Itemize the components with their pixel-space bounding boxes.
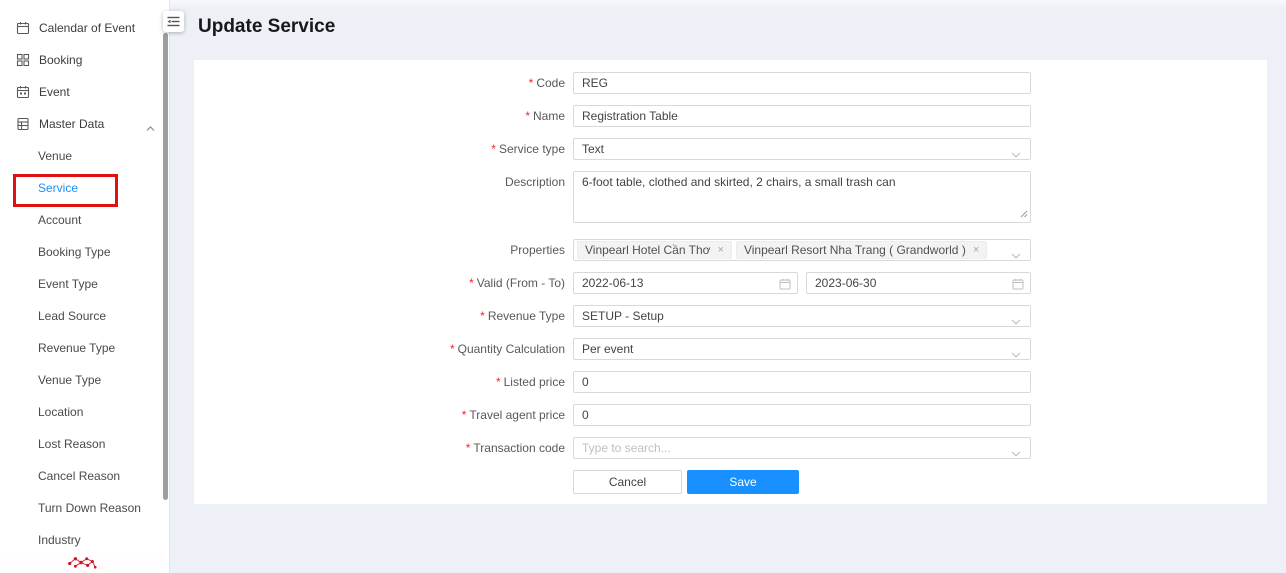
sidebar-item-turn-down-reason[interactable]: Turn Down Reason	[0, 492, 169, 524]
listed-price-input[interactable]	[573, 371, 1031, 393]
name-input[interactable]	[573, 105, 1031, 127]
transaction-code-select[interactable]: Type to search...	[573, 437, 1031, 459]
form-row-name: *Name	[194, 105, 1267, 127]
required-star: *	[491, 142, 496, 156]
form-actions: Cancel Save	[573, 470, 1267, 494]
app-window: Calendar of Event Booking Event Master D…	[0, 0, 1286, 573]
transaction-code-placeholder: Type to search...	[582, 441, 671, 455]
form-row-service-type: *Service type Text	[194, 138, 1267, 160]
sidebar-item-calendar-of-event[interactable]: Calendar of Event	[0, 12, 169, 44]
required-star: *	[525, 109, 530, 123]
sidebar-collapse-button[interactable]	[163, 11, 184, 32]
required-star: *	[496, 375, 501, 389]
grid-icon	[16, 53, 30, 67]
sidebar-item-account[interactable]: Account	[0, 204, 169, 236]
required-star: *	[480, 309, 485, 323]
sidebar-item-service[interactable]: Service	[0, 172, 169, 204]
calendar-icon	[16, 21, 30, 35]
valid-label: *Valid (From - To)	[194, 272, 565, 290]
quantity-calculation-select[interactable]: Per event	[573, 338, 1031, 360]
properties-label: Properties	[194, 239, 565, 257]
description-label: Description	[194, 171, 565, 189]
revenue-type-value: SETUP - Setup	[582, 309, 664, 323]
sidebar-item-label: Master Data	[39, 117, 104, 131]
sidebar-item-venue[interactable]: Venue	[0, 140, 169, 172]
menu-fold-icon	[167, 16, 180, 27]
main-content: Update Service *Code *Name *Service type…	[170, 0, 1286, 573]
service-type-select[interactable]: Text	[573, 138, 1031, 160]
sidebar-item-venue-type[interactable]: Venue Type	[0, 364, 169, 396]
sidebar-item-event[interactable]: Event	[0, 76, 169, 108]
valid-from-date-input[interactable]	[573, 272, 798, 294]
chevron-down-icon	[1011, 446, 1021, 460]
cancel-button[interactable]: Cancel	[573, 470, 682, 494]
chevron-down-icon	[1011, 314, 1021, 328]
sidebar-item-booking-type[interactable]: Booking Type	[0, 236, 169, 268]
save-button[interactable]: Save	[687, 470, 799, 494]
service-type-value: Text	[582, 142, 604, 156]
calendar-icon[interactable]	[779, 277, 791, 295]
properties-multiselect[interactable]: Vinpearl Hotel Cần Thơ × Vinpearl Resort…	[573, 239, 1031, 261]
tag-remove-icon[interactable]: ×	[718, 244, 724, 256]
required-star: *	[450, 342, 455, 356]
required-star: *	[469, 276, 474, 290]
description-textarea[interactable]: 6-foot table, clothed and skirted, 2 cha…	[573, 171, 1031, 223]
sidebar-item-revenue-type[interactable]: Revenue Type	[0, 332, 169, 364]
sidebar: Calendar of Event Booking Event Master D…	[0, 0, 170, 573]
sidebar-item-lost-reason[interactable]: Lost Reason	[0, 428, 169, 460]
code-label: *Code	[194, 72, 565, 90]
chevron-down-icon	[1011, 248, 1021, 262]
revenue-type-label: *Revenue Type	[194, 305, 565, 323]
quantity-calculation-value: Per event	[582, 342, 633, 356]
required-star: *	[529, 76, 534, 90]
sidebar-item-label: Calendar of Event	[39, 21, 135, 35]
form-row-valid: *Valid (From - To)	[194, 272, 1267, 294]
tag-remove-icon[interactable]: ×	[973, 244, 979, 256]
sidebar-item-master-data[interactable]: Master Data	[0, 108, 169, 140]
chevron-down-icon	[1011, 347, 1021, 361]
travel-agent-price-input[interactable]	[573, 404, 1031, 426]
revenue-type-select[interactable]: SETUP - Setup	[573, 305, 1031, 327]
transaction-code-label: *Transaction code	[194, 437, 565, 455]
chevron-down-icon	[1011, 147, 1021, 161]
sidebar-item-booking[interactable]: Booking	[0, 44, 169, 76]
form-row-quantity-calculation: *Quantity Calculation Per event	[194, 338, 1267, 360]
sidebar-item-location[interactable]: Location	[0, 396, 169, 428]
page-title: Update Service	[198, 13, 1286, 40]
code-input[interactable]	[573, 72, 1031, 94]
service-type-label: *Service type	[194, 138, 565, 156]
form-row-revenue-type: *Revenue Type SETUP - Setup	[194, 305, 1267, 327]
sidebar-item-event-type[interactable]: Event Type	[0, 268, 169, 300]
sidebar-scrollbar[interactable]	[163, 33, 168, 500]
sidebar-item-label: Booking	[39, 53, 82, 67]
chevron-up-icon	[146, 121, 155, 135]
quantity-calculation-label: *Quantity Calculation	[194, 338, 565, 356]
calendar-icon[interactable]	[1012, 277, 1024, 295]
valid-to-date-input[interactable]	[806, 272, 1031, 294]
required-star: *	[462, 408, 467, 422]
form-row-code: *Code	[194, 72, 1267, 94]
sidebar-item-label: Event	[39, 85, 70, 99]
property-tag: Vinpearl Resort Nha Trang ( Grandworld )…	[736, 241, 987, 259]
form-row-transaction-code: *Transaction code Type to search...	[194, 437, 1267, 459]
form-row-description: Description 6-foot table, clothed and sk…	[194, 171, 1267, 228]
calendar-check-icon	[16, 85, 30, 99]
name-label: *Name	[194, 105, 565, 123]
sidebar-menu: Calendar of Event Booking Event Master D…	[0, 0, 169, 556]
update-service-form-card: *Code *Name *Service type Text	[194, 60, 1267, 504]
network-logo-icon	[65, 554, 99, 571]
travel-agent-price-label: *Travel agent price	[194, 404, 565, 422]
app-logo	[0, 552, 164, 572]
form-row-travel-agent-price: *Travel agent price	[194, 404, 1267, 426]
form-row-properties: Properties Vinpearl Hotel Cần Thơ × Vinp…	[194, 239, 1267, 261]
property-tag: Vinpearl Hotel Cần Thơ ×	[577, 241, 732, 259]
database-icon	[16, 117, 30, 131]
sidebar-item-cancel-reason[interactable]: Cancel Reason	[0, 460, 169, 492]
form-row-listed-price: *Listed price	[194, 371, 1267, 393]
listed-price-label: *Listed price	[194, 371, 565, 389]
required-star: *	[466, 441, 471, 455]
sidebar-item-lead-source[interactable]: Lead Source	[0, 300, 169, 332]
